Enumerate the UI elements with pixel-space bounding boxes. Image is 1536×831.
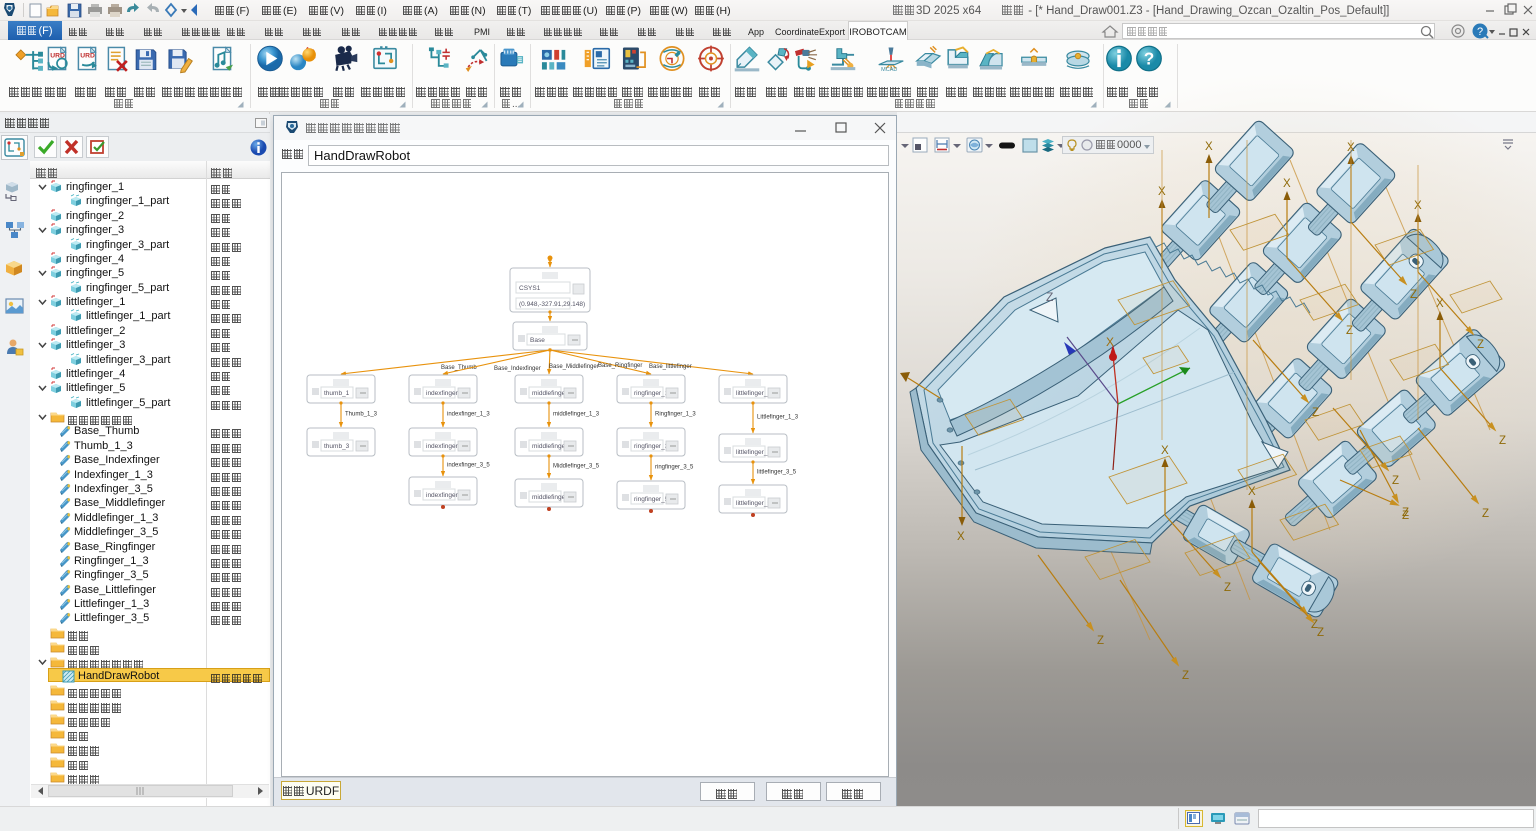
svg-text:Littlefinger_1_3: Littlefinger_1_3 <box>757 415 799 421</box>
svg-text:Z: Z <box>1317 627 1324 639</box>
svg-text:?: ? <box>1144 49 1155 69</box>
svg-text:littlefinger_5: littlefinger_5 <box>736 500 771 507</box>
svg-text:Z: Z <box>1346 325 1353 337</box>
svg-text:littlefinger_3_5: littlefinger_3_5 <box>757 470 797 476</box>
svg-text:Middlefinger_3_5: Middlefinger_3_5 <box>553 464 600 470</box>
svg-text:ringfinger_5: ringfinger_5 <box>634 496 669 503</box>
svg-text:Z: Z <box>1410 289 1417 301</box>
svg-text:indexfinger_1_3: indexfinger_1_3 <box>447 412 490 418</box>
svg-text:Z: Z <box>1392 475 1399 487</box>
svg-text:indexfinger_3_5: indexfinger_3_5 <box>447 463 490 469</box>
svg-text:littlefinger_1: littlefinger_1 <box>736 390 771 397</box>
svg-text:ringfinger_1: ringfinger_1 <box>634 390 669 397</box>
svg-text:Z: Z <box>1482 508 1489 520</box>
svg-text:Base_littlefinger: Base_littlefinger <box>649 364 692 370</box>
svg-text:Ringfinger_1_3: Ringfinger_1_3 <box>655 412 696 418</box>
svg-text:?: ? <box>1477 26 1483 38</box>
svg-text:Z: Z <box>1046 290 1053 304</box>
svg-text:middlefinger_1_3: middlefinger_1_3 <box>553 412 600 418</box>
svg-text:Z: Z <box>1097 635 1104 647</box>
svg-text:X: X <box>1205 141 1213 153</box>
svg-text:littlefinger_3: littlefinger_3 <box>736 449 771 456</box>
svg-text:Z: Z <box>1499 435 1506 447</box>
svg-text:X: X <box>1436 298 1444 310</box>
svg-text:X: X <box>957 531 965 543</box>
svg-text:X: X <box>1248 486 1256 498</box>
svg-text:CSYS1: CSYS1 <box>519 285 541 292</box>
svg-text:Base_Middlefinger: Base_Middlefinger <box>549 364 599 370</box>
svg-text:ringfinger_3: ringfinger_3 <box>634 443 669 450</box>
svg-text:thumb_3: thumb_3 <box>324 443 350 450</box>
svg-text:Z: Z <box>1312 407 1319 419</box>
svg-text:MCAD: MCAD <box>881 67 897 73</box>
svg-text:URD: URD <box>80 52 95 59</box>
svg-text:X: X <box>1161 445 1169 457</box>
svg-text:(0.948,-327.91,29.148): (0.948,-327.91,29.148) <box>519 301 585 308</box>
svg-text:Base_Ringfinger: Base_Ringfinger <box>598 363 642 369</box>
svg-text:Base_Indexfinger: Base_Indexfinger <box>494 366 541 372</box>
svg-text:X: X <box>1283 178 1291 190</box>
svg-text:X: X <box>1106 335 1114 349</box>
svg-text:Base: Base <box>530 337 545 344</box>
svg-text:Z: Z <box>1477 339 1484 351</box>
svg-text:Z: Z <box>1402 507 1409 519</box>
svg-text:Z: Z <box>1224 582 1231 594</box>
svg-text:ringfinger_3_5: ringfinger_3_5 <box>655 465 694 471</box>
svg-text:Thumb_1_3: Thumb_1_3 <box>345 412 378 418</box>
svg-text:Z: Z <box>1182 670 1189 682</box>
svg-text:thumb_1: thumb_1 <box>324 390 350 397</box>
